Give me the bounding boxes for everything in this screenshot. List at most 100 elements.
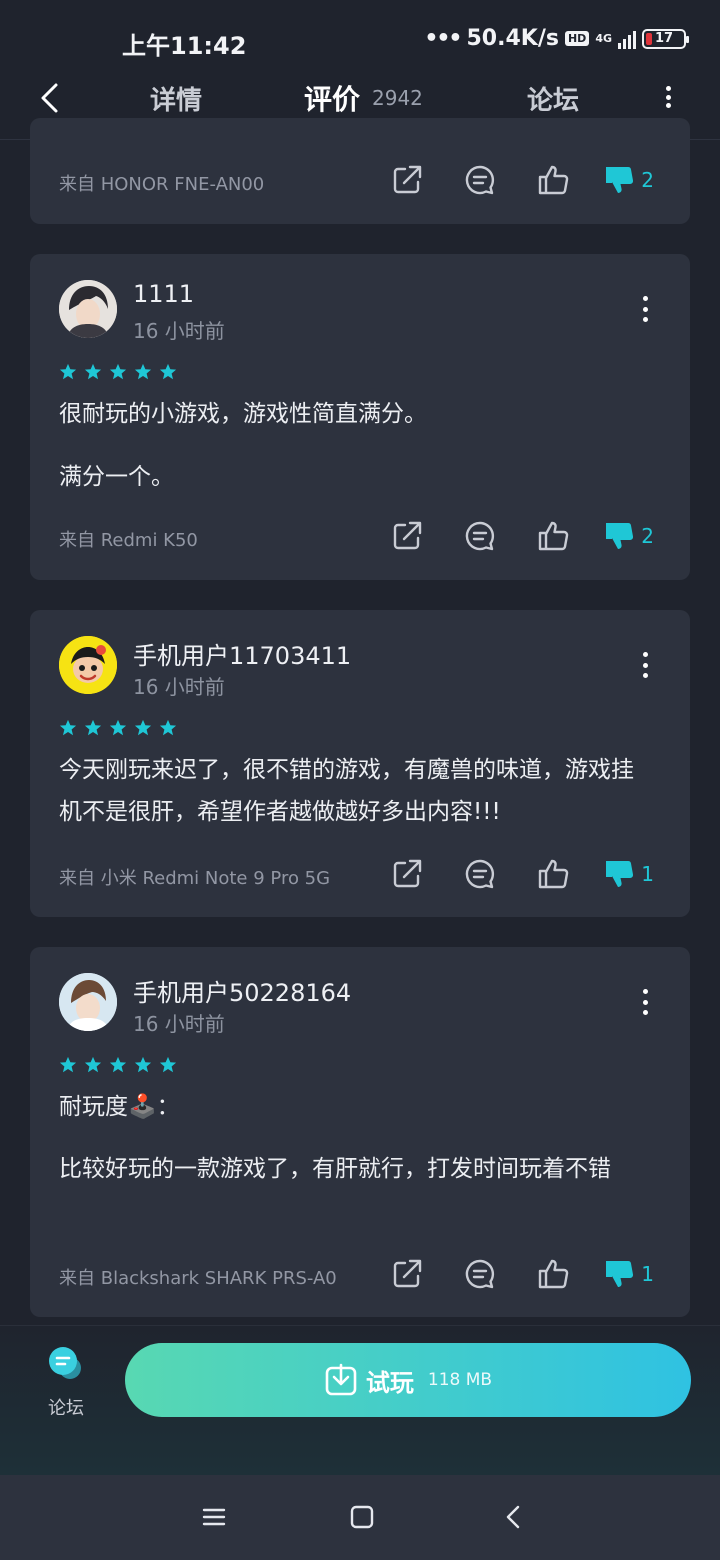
net-type: 4G [595,32,612,45]
comment-button[interactable] [462,518,498,554]
username[interactable]: 1111 [133,280,194,308]
card-more-button[interactable] [640,652,650,678]
share-button[interactable] [389,856,425,892]
tab-review[interactable]: 评价 [304,78,360,118]
tab-forum[interactable]: 论坛 [527,80,579,117]
like-button[interactable] [535,162,571,198]
square-icon [350,1505,374,1529]
review-time: 16 小时前 [133,319,225,343]
system-back-button[interactable] [500,1503,528,1531]
tab-detail[interactable]: 详情 [150,80,202,117]
dislike-count: 1 [641,862,654,886]
star-icon [84,719,102,736]
download-size: 118 MB [427,1370,493,1390]
dots-icon: ••• [424,26,462,51]
review-card: 1111 16 小时前 很耐玩的小游戏，游戏性简直满分。 满分一个。 来自 Re… [30,254,690,580]
recents-button[interactable] [200,1503,228,1531]
dislike-count: 2 [641,524,654,548]
username[interactable]: 手机用户11703411 [133,636,351,671]
avatar[interactable] [59,636,117,694]
forum-button[interactable]: 论坛 [36,1344,98,1420]
review-text[interactable]: 耐玩度🕹️： [59,1086,650,1128]
user-avatar-icon [59,636,117,694]
status-time: 上午11:42 [122,32,247,60]
review-actions: 2 [352,518,654,554]
comment-icon [466,521,495,551]
share-icon [394,1259,422,1288]
review-text[interactable]: 今天刚玩来迟了，很不错的游戏，有魔兽的味道，游戏挂机不是很肝，希望作者越做越好多… [59,749,650,833]
bottom-action-bar: 论坛 试玩 118 MB [0,1325,720,1475]
thumbs-down-icon [606,1260,634,1287]
try-play-button[interactable]: 试玩 118 MB [125,1343,691,1417]
avatar[interactable] [59,973,117,1031]
like-button[interactable] [535,518,571,554]
star-rating [59,719,177,737]
star-rating [59,1056,177,1074]
star-icon [59,1056,77,1073]
device-label: 来自 HONOR FNE-AN00 [59,174,265,195]
dislike-count: 2 [641,168,654,192]
dislike-button[interactable] [601,1256,637,1292]
star-icon [134,363,152,380]
review-actions: 2 [352,162,654,198]
home-button[interactable] [348,1503,376,1531]
share-button[interactable] [389,1256,425,1292]
thumbs-up-icon [539,521,569,551]
more-menu-button[interactable] [656,82,680,112]
thumbs-down-icon [606,166,634,193]
dislike-button[interactable] [601,856,637,892]
signal-icon [618,29,636,49]
dislike-button[interactable] [601,162,637,198]
thumbs-down-icon [606,522,634,549]
star-icon [59,363,77,380]
user-avatar-icon [59,973,117,1031]
comment-icon [466,1259,495,1289]
review-text[interactable]: 很耐玩的小游戏，游戏性简直满分。 [59,393,650,435]
battery-level: 17 [654,31,674,46]
hd-badge: HD [564,31,590,46]
menu-icon [202,1508,226,1526]
like-button[interactable] [535,856,571,892]
star-icon [159,363,177,380]
try-play-label: 试玩 [365,1368,414,1397]
download-icon [325,1363,357,1396]
comment-button[interactable] [462,162,498,198]
star-icon [109,1056,127,1073]
status-indicators: ••• 50.4K/s HD 4G 17 [424,26,689,51]
like-button[interactable] [535,1256,571,1292]
share-icon [394,165,422,194]
review-card: 手机用户50228164 16 小时前 耐玩度🕹️： 比较好玩的一款游戏了，有肝… [30,947,690,1317]
battery-icon: 17 [642,28,689,49]
forum-chat-icon [49,1347,81,1379]
star-rating [59,363,177,381]
system-nav-bar [0,1475,720,1560]
share-button[interactable] [389,518,425,554]
star-icon [109,719,127,736]
review-text[interactable]: 满分一个。 [59,456,650,498]
star-icon [159,719,177,736]
device-label: 来自 小米 Redmi Note 9 Pro 5G [59,868,331,889]
share-icon [394,859,422,888]
comment-icon [466,165,495,195]
share-button[interactable] [389,162,425,198]
star-icon [59,719,77,736]
review-card: 来自 HONOR FNE-AN00 2 [30,118,690,224]
device-label: 来自 Redmi K50 [59,530,198,551]
status-bar: 上午11:42 ••• 50.4K/s HD 4G 17 [0,0,720,78]
share-icon [394,521,422,550]
star-icon [84,1056,102,1073]
review-actions: 1 [352,1256,654,1292]
comment-button[interactable] [462,856,498,892]
card-more-button[interactable] [640,296,650,322]
star-icon [134,719,152,736]
network-speed: 50.4K/s [466,26,559,51]
thumbs-down-icon [606,860,634,887]
dislike-button[interactable] [601,518,637,554]
avatar[interactable] [59,280,117,338]
card-more-button[interactable] [640,989,650,1015]
username[interactable]: 手机用户50228164 [133,973,351,1008]
comment-button[interactable] [462,1256,498,1292]
review-text[interactable]: 比较好玩的一款游戏了，有肝就行，打发时间玩着不错 [59,1148,650,1190]
back-button[interactable] [34,80,70,116]
star-icon [159,1056,177,1073]
